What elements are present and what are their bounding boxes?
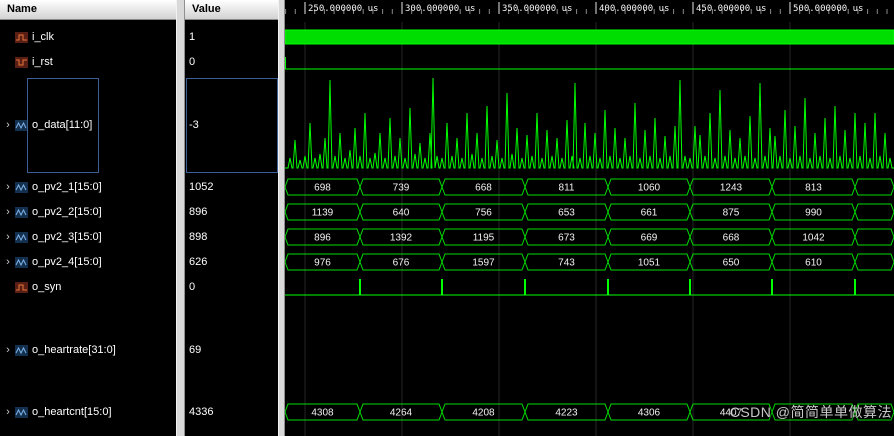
- expander-icon[interactable]: ›: [3, 204, 13, 220]
- svg-text:661: 661: [641, 208, 658, 219]
- svg-text:4308: 4308: [311, 408, 334, 419]
- expander-icon[interactable]: ›: [3, 117, 13, 133]
- signal-name: i_rst: [32, 56, 53, 68]
- signal-row-o_pv2_3[interactable]: › o_pv2_3[15:0]: [0, 229, 176, 245]
- value-column-header[interactable]: Value: [185, 0, 278, 20]
- waveform-svg: 250.000000 us 300.000000 us 350.000000 us 4…: [285, 2, 894, 436]
- signal-row-o_pv2_2[interactable]: › o_pv2_2[15:0]: [0, 204, 176, 220]
- svg-text:1597: 1597: [472, 258, 495, 269]
- svg-text:640: 640: [393, 208, 410, 219]
- bus-signal-icon: [15, 181, 28, 193]
- svg-text:350.000000 us: 350.000000 us: [502, 4, 572, 14]
- svg-text:811: 811: [559, 183, 575, 194]
- svg-text:668: 668: [475, 183, 492, 194]
- signal-name: o_pv2_4[15:0]: [32, 256, 102, 268]
- bus-signal-icon: [15, 344, 28, 356]
- signal-value: -3: [189, 119, 199, 131]
- name-column-label: Name: [7, 3, 37, 15]
- names-panel: i_clk i_rst › o_data[11:0] › o_pv2_1[15:…: [0, 0, 176, 436]
- signal-value: 0: [189, 281, 196, 293]
- expander-icon[interactable]: ›: [3, 404, 13, 420]
- expander-icon[interactable]: ›: [3, 179, 13, 195]
- expander-icon[interactable]: ›: [3, 342, 13, 358]
- signal-row-o_heartrate[interactable]: › o_heartrate[31:0]: [0, 342, 176, 358]
- waveform-viewer-window: i_clk i_rst › o_data[11:0] › o_pv2_1[15:…: [0, 0, 894, 436]
- signal-value: 1052: [189, 181, 214, 193]
- svg-text:4264: 4264: [390, 408, 413, 419]
- svg-text:4208: 4208: [472, 408, 495, 419]
- signal-name: o_heartrate[31:0]: [32, 344, 116, 356]
- watermark-text: CSDN @简简单单做算法: [729, 404, 892, 420]
- signal-value: 898: [189, 231, 208, 243]
- svg-text:450.000000 us: 450.000000 us: [696, 4, 766, 14]
- signal-name: o_syn: [32, 281, 62, 293]
- bus-signal-icon: [15, 119, 28, 131]
- name-column-header[interactable]: Name: [0, 0, 176, 20]
- svg-text:1060: 1060: [638, 183, 661, 194]
- signal-name: o_pv2_1[15:0]: [32, 181, 102, 193]
- svg-text:896: 896: [314, 233, 331, 244]
- svg-text:300.000000 us: 300.000000 us: [405, 4, 475, 14]
- svg-text:875: 875: [723, 208, 740, 219]
- svg-text:668: 668: [723, 233, 740, 244]
- bit-signal-icon: [15, 281, 28, 293]
- svg-text:4306: 4306: [638, 408, 661, 419]
- svg-text:250.000000 us: 250.000000 us: [308, 4, 378, 14]
- svg-text:1392: 1392: [390, 233, 413, 244]
- svg-text:400.000000 us: 400.000000 us: [599, 4, 669, 14]
- signal-value: 1: [189, 31, 196, 43]
- signal-row-o_syn[interactable]: o_syn: [0, 279, 176, 295]
- signal-value: 626: [189, 256, 208, 268]
- column-splitter[interactable]: [176, 0, 185, 436]
- signal-value: 0: [189, 56, 196, 68]
- bit-signal-icon: [15, 56, 28, 68]
- svg-text:500.000000 us: 500.000000 us: [793, 4, 863, 14]
- svg-text:673: 673: [558, 233, 575, 244]
- svg-text:1051: 1051: [638, 258, 661, 269]
- signal-row-o_data[interactable]: › o_data[11:0]: [0, 117, 176, 133]
- svg-text:990: 990: [805, 208, 822, 219]
- signal-row-i_rst[interactable]: i_rst: [0, 54, 176, 70]
- signal-row-o_pv2_4[interactable]: › o_pv2_4[15:0]: [0, 254, 176, 270]
- signal-name: i_clk: [32, 31, 55, 43]
- svg-text:1195: 1195: [473, 233, 495, 244]
- svg-text:650: 650: [723, 258, 740, 269]
- svg-text:743: 743: [558, 258, 575, 269]
- expander-icon[interactable]: ›: [3, 229, 13, 245]
- signal-value: 4336: [189, 406, 214, 418]
- value-column-label: Value: [192, 3, 221, 15]
- svg-text:669: 669: [641, 233, 658, 244]
- bus-signal-icon: [15, 406, 28, 418]
- bus-signal-icon: [15, 256, 28, 268]
- waveform-canvas[interactable]: 250.000000 us 300.000000 us 350.000000 us 4…: [285, 0, 894, 436]
- svg-text:1139: 1139: [312, 208, 334, 219]
- svg-text:976: 976: [314, 258, 331, 269]
- svg-text:1042: 1042: [802, 233, 825, 244]
- selection-outline-value: [186, 78, 278, 173]
- expander-icon[interactable]: ›: [3, 254, 13, 270]
- signal-name: o_pv2_3[15:0]: [32, 231, 102, 243]
- svg-text:698: 698: [314, 183, 331, 194]
- bus-signal-icon: [15, 206, 28, 218]
- svg-text:610: 610: [805, 258, 822, 269]
- signal-row-o_pv2_1[interactable]: › o_pv2_1[15:0]: [0, 179, 176, 195]
- svg-text:1243: 1243: [720, 183, 743, 194]
- svg-text:653: 653: [558, 208, 575, 219]
- signal-row-i_clk[interactable]: i_clk: [0, 29, 176, 45]
- svg-text:756: 756: [475, 208, 492, 219]
- signal-value: 896: [189, 206, 208, 218]
- signal-name: o_heartcnt[15:0]: [32, 406, 112, 418]
- svg-text:4223: 4223: [555, 408, 578, 419]
- signal-value: 69: [189, 344, 202, 356]
- signal-name: o_pv2_2[15:0]: [32, 206, 102, 218]
- svg-text:739: 739: [393, 183, 410, 194]
- bus-signal-icon: [15, 231, 28, 243]
- svg-text:813: 813: [805, 183, 822, 194]
- bit-signal-icon: [15, 31, 28, 43]
- svg-text:676: 676: [393, 258, 410, 269]
- panel-splitter[interactable]: [278, 0, 285, 436]
- signal-row-o_heartcnt[interactable]: › o_heartcnt[15:0]: [0, 404, 176, 420]
- signal-name: o_data[11:0]: [32, 119, 93, 131]
